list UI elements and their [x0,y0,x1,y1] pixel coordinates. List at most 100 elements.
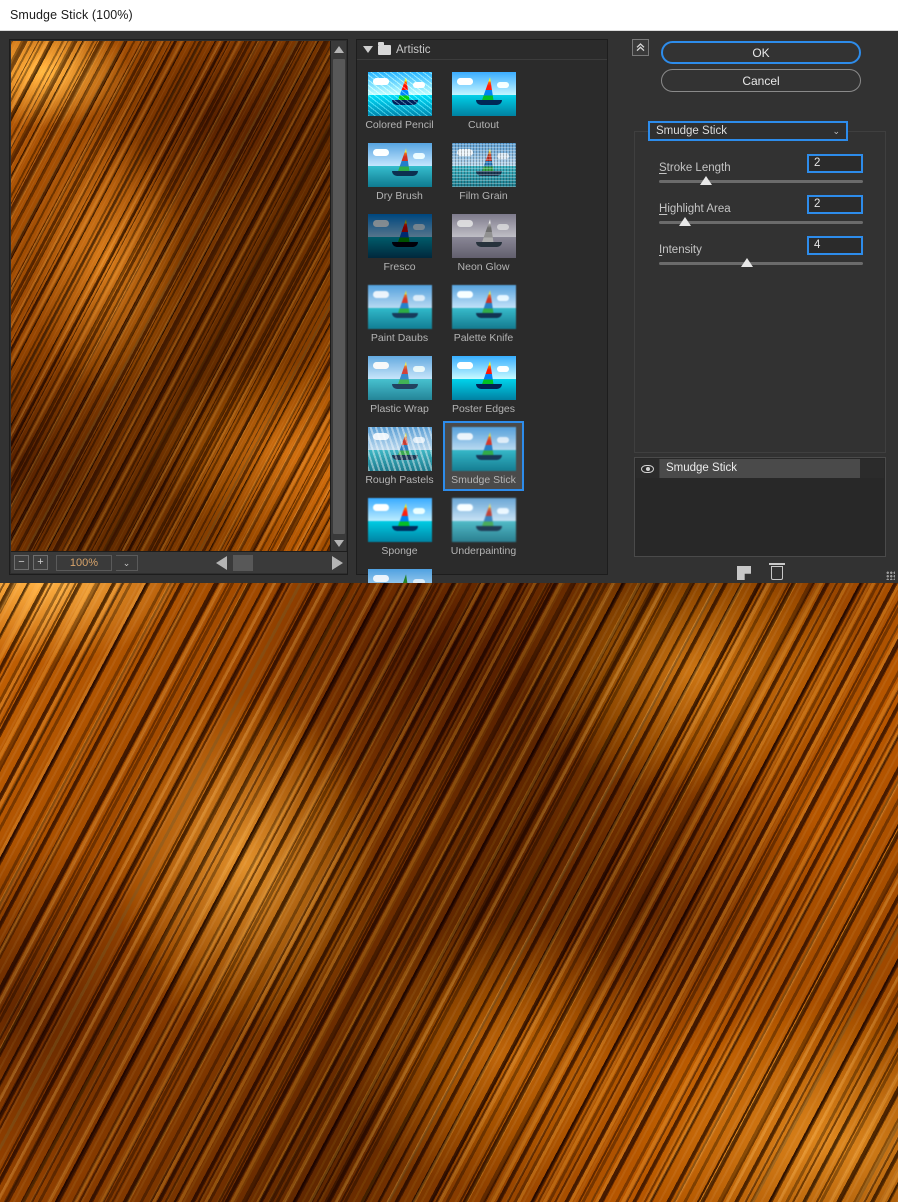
filter-cell[interactable]: Underpainting [443,492,524,562]
thumbnail-sail [396,77,410,104]
parameter-value-input[interactable]: 4 [807,236,863,255]
new-filter-layer-icon[interactable] [737,566,751,580]
thumbnail-hull [391,455,418,461]
window-titlebar: Smudge Stick (100%) [0,0,898,31]
category-label: Artistic [396,43,431,56]
filter-label: Paint Daubs [370,332,429,344]
thumbnail-cloud [456,362,473,370]
filter-thumbnail [367,498,432,542]
thumbnail-hull [475,455,502,461]
filter-cell[interactable]: Rough Pastels [359,421,440,491]
scroll-down-arrow-icon[interactable] [334,540,344,547]
parameter-slider-track[interactable] [659,258,863,267]
parameter-label-rest: ntensity [662,244,702,256]
delete-layer-trash-icon[interactable] [769,563,785,580]
thumbnail-cloud [497,152,510,159]
filter-browser: Artistic Colored Pencil Cutout Dry Brush Fi… [356,39,608,742]
parameter-slider-track[interactable] [659,176,863,185]
filter-cell[interactable]: Palette Knife [443,279,524,349]
filter-cell[interactable]: Plastic Wrap [359,350,440,420]
filter-label: Underpainting [450,545,517,557]
filter-thumbnail [451,285,516,329]
thumbnail-hull [391,384,418,390]
scroll-thumb[interactable] [333,59,345,534]
filter-cell[interactable]: Cutout [443,66,524,136]
chevron-down-icon[interactable]: ⌄ [116,554,138,571]
thumbnail-hull [391,171,418,177]
thumbnail-cloud [372,575,389,583]
filter-thumbnail [451,214,516,258]
thumbnail-cloud [456,504,473,512]
scroll-up-arrow-icon[interactable] [334,46,344,53]
parameter-slider-thumb[interactable] [740,258,753,267]
parameter-label: Highlight Area [659,203,731,215]
thumbnail-cloud [456,220,473,228]
filter-thumbnail [451,143,516,187]
parameter-value-input[interactable]: 2 [807,154,863,173]
parameter-row: Intensity 4 [659,236,863,267]
zoom-in-button[interactable]: + [33,555,48,570]
filter-cell[interactable]: Fresco [359,208,440,278]
thumbnail-cloud [456,78,473,86]
scroll-right-arrow-icon[interactable] [332,555,343,570]
layer-tools [634,561,886,585]
filter-cell[interactable]: Dry Brush [359,137,440,207]
preview-image[interactable] [11,41,331,552]
thumbnail-cloud [372,433,389,441]
preview-texture [11,41,331,552]
parameter-value-input[interactable]: 2 [807,195,863,214]
filter-label: Palette Knife [453,332,514,344]
filter-thumbnail [367,427,432,471]
thumbnail-cloud [456,149,473,157]
thumbnail-cloud [497,436,510,443]
filter-label: Film Grain [459,190,508,202]
thumbnail-cloud [413,152,426,159]
thumbnail-hull [475,313,502,319]
filter-cell[interactable]: Sponge [359,492,440,562]
filter-cell[interactable]: Colored Pencil [359,66,440,136]
zoom-out-button[interactable]: − [14,555,29,570]
filter-cell[interactable]: Film Grain [443,137,524,207]
resize-grip[interactable] [886,571,895,580]
filter-thumbnail [451,427,516,471]
filter-cell[interactable]: Poster Edges [443,350,524,420]
canvas-texture [0,583,898,1202]
preview-texture-speckle [11,41,331,552]
cancel-button[interactable]: Cancel [661,69,861,92]
horizontal-scroll-thumb[interactable] [232,554,253,571]
thumbnail-sail [396,432,410,459]
thumbnail-cloud [497,223,510,230]
thumbnail-sky [367,72,432,95]
filter-thumbnail-grid: Colored Pencil Cutout Dry Brush Film Grain F… [357,60,607,636]
thumbnail-hull [475,242,502,248]
filter-cell[interactable]: Smudge Stick [443,421,524,491]
scroll-left-arrow-icon[interactable] [215,555,227,570]
filter-label: Sponge [381,545,418,557]
filter-label: Colored Pencil [365,119,434,131]
filter-layer-row[interactable]: Smudge Stick [636,459,884,478]
parameter-slider-track[interactable] [659,217,863,226]
thumbnail-sea [451,165,516,187]
filter-select-dropdown[interactable]: Smudge Stick ⌄ [648,121,848,141]
zoom-value[interactable]: 100% [56,554,112,571]
preview-pane: − + 100% ⌄ [9,39,348,575]
parameter-accelerator: S [659,162,667,174]
filter-cell[interactable]: Neon Glow [443,208,524,278]
category-header-artistic[interactable]: Artistic [357,40,607,60]
filter-thumbnail [367,72,432,116]
preview-vertical-scrollbar[interactable] [330,41,346,552]
filter-cell[interactable]: Paint Daubs [359,279,440,349]
layer-visibility-toggle[interactable] [636,459,660,478]
triangle-down-icon[interactable] [363,46,373,53]
collapse-panel-button[interactable] [632,39,649,56]
thumbnail-cloud [372,220,389,228]
parameter-slider-thumb[interactable] [679,217,692,226]
filter-label: Fresco [383,261,416,273]
folder-icon [378,41,391,55]
thumbnail-hull [475,100,502,106]
ok-button[interactable]: OK [661,41,861,64]
filter-thumbnail [367,214,432,258]
thumbnail-hull [475,171,502,177]
parameter-slider-thumb[interactable] [699,176,712,185]
document-canvas[interactable] [0,583,898,1202]
